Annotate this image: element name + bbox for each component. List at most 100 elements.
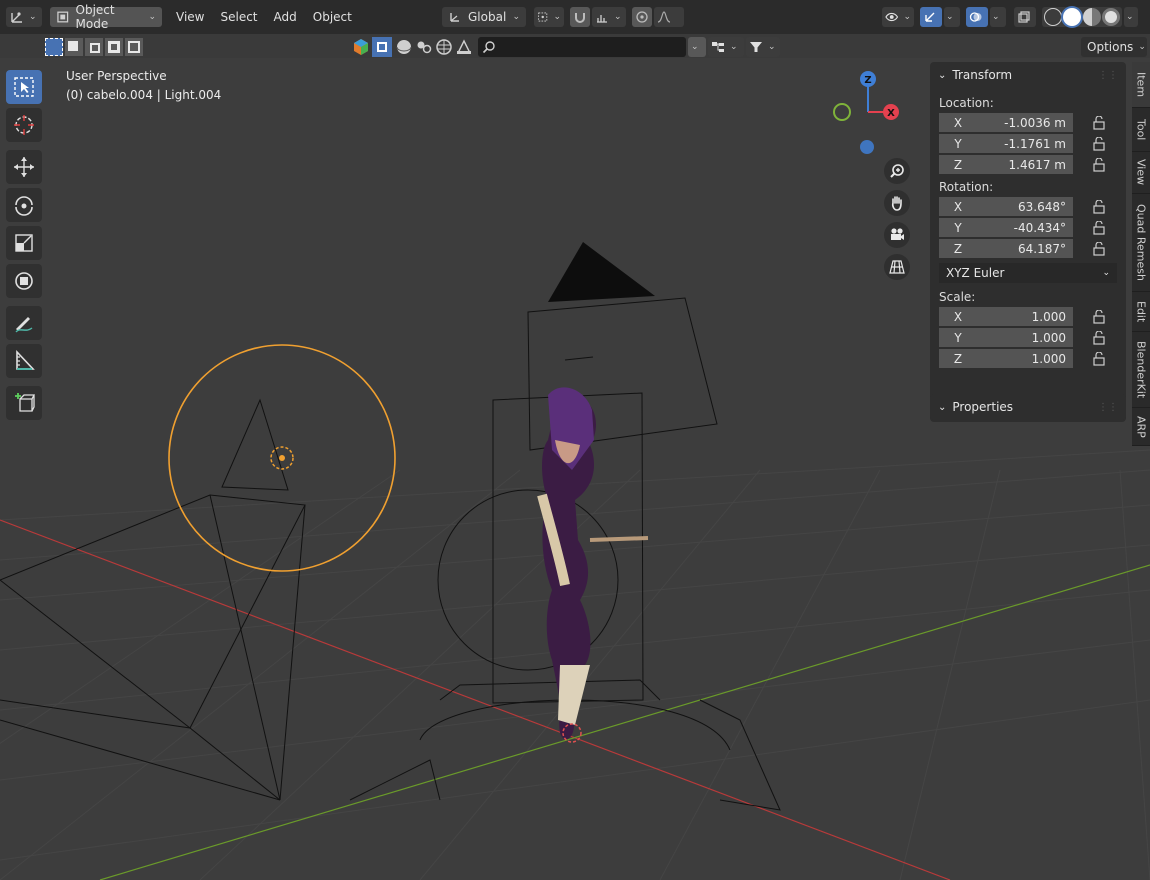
camera-view-button[interactable] <box>884 222 910 248</box>
rotation-z-field[interactable]: Z 64.187° <box>939 239 1073 258</box>
constraint-icon[interactable] <box>414 37 434 57</box>
tab-quad-remesh[interactable]: Quad Remesh <box>1132 194 1150 292</box>
snap-increment-icon <box>597 15 607 23</box>
navigation-gizmo[interactable]: Z X <box>828 66 908 166</box>
tab-view[interactable]: View <box>1132 152 1150 194</box>
unlock-icon[interactable] <box>1091 351 1107 366</box>
rotation-x-row: X 63.648° <box>930 196 1126 217</box>
cursor-tool[interactable] <box>6 108 42 142</box>
overlays-toggle[interactable] <box>966 7 988 27</box>
snap-toggle[interactable] <box>570 7 590 27</box>
eye-icon <box>885 12 899 22</box>
world-icon[interactable] <box>434 37 454 57</box>
rotation-x-field[interactable]: X 63.648° <box>939 197 1073 216</box>
select-box-tool[interactable] <box>6 70 42 104</box>
menu-select[interactable]: Select <box>212 10 265 24</box>
rotation-mode-dropdown[interactable]: XYZ Euler ⌄ <box>939 263 1117 283</box>
tab-edit[interactable]: Edit <box>1132 292 1150 332</box>
scale-label: Scale: <box>939 290 976 304</box>
hexagon-mesh-icon[interactable] <box>352 38 370 56</box>
visibility-dropdown[interactable]: ⌄ <box>882 7 914 27</box>
add-cube-tool[interactable] <box>6 386 42 420</box>
scale-y-field[interactable]: Y 1.000 <box>939 328 1073 347</box>
scale-tool[interactable] <box>6 226 42 260</box>
transform-panel-header[interactable]: ⌄ Transform ⋮⋮ <box>930 62 1126 88</box>
xray-toggle[interactable] <box>1014 7 1036 27</box>
mode-dropdown[interactable]: Object Mode ⌄ <box>50 3 162 31</box>
rotation-y-field[interactable]: Y -40.434° <box>939 218 1073 237</box>
proportional-edit-toggle[interactable] <box>632 7 652 27</box>
move-tool[interactable] <box>6 150 42 184</box>
unlock-icon[interactable] <box>1091 330 1107 345</box>
unlock-icon[interactable] <box>1091 309 1107 324</box>
unlock-icon[interactable] <box>1091 157 1107 172</box>
scale-x-field[interactable]: X 1.000 <box>939 307 1073 326</box>
unlock-icon[interactable] <box>1091 136 1107 151</box>
outliner-filter-row: ⌄ ⌄ ⌄ <box>352 36 780 58</box>
chevron-down-icon: ⌄ <box>691 42 699 52</box>
drag-handle-icon[interactable]: ⋮⋮ <box>1098 70 1118 81</box>
zoom-button[interactable] <box>884 158 910 184</box>
properties-title: Properties <box>952 400 1014 414</box>
solid-shading-icon[interactable] <box>1063 8 1082 26</box>
tab-blenderkit[interactable]: BlenderKit <box>1132 332 1150 408</box>
search-field[interactable] <box>478 37 686 57</box>
tab-arp[interactable]: ARP <box>1132 408 1150 446</box>
unlock-icon[interactable] <box>1091 220 1107 235</box>
scale-y-row: Y 1.000 <box>930 327 1126 348</box>
editor-type-button[interactable]: ⌄ <box>6 7 42 27</box>
select-subtract-icon[interactable] <box>85 38 103 56</box>
pan-button[interactable] <box>884 190 910 216</box>
menu-add[interactable]: Add <box>266 10 305 24</box>
camera-wireframe-left <box>0 494 306 801</box>
y-axis-line <box>99 564 1150 880</box>
unlock-icon[interactable] <box>1091 199 1107 214</box>
drag-handle-icon[interactable]: ⋮⋮ <box>1098 402 1118 413</box>
select-invert-icon[interactable] <box>105 38 123 56</box>
menu-object[interactable]: Object <box>305 10 360 24</box>
snap-target-dropdown[interactable]: ⌄ <box>592 7 626 27</box>
grid-perspective-icon <box>889 260 905 274</box>
transform-tool[interactable] <box>6 264 42 298</box>
shading-dropdown[interactable]: ⌄ <box>1124 7 1138 27</box>
wireframe-shading-icon[interactable] <box>1044 8 1062 26</box>
options-dropdown[interactable]: Options ⌄ <box>1081 37 1147 57</box>
filter-toggle[interactable]: ⌄ <box>688 37 706 57</box>
menu-view[interactable]: View <box>168 10 212 24</box>
measure-tool[interactable] <box>6 344 42 378</box>
orientation-label: Global <box>468 10 507 24</box>
shading-mode-group <box>1042 7 1122 27</box>
perspective-toggle-button[interactable] <box>884 254 910 280</box>
gizmo-dropdown[interactable]: ⌄ <box>944 7 960 27</box>
tab-item[interactable]: Item <box>1132 62 1150 108</box>
sphere-icon[interactable] <box>394 37 414 57</box>
material-shading-icon[interactable] <box>1082 8 1101 26</box>
select-intersect-icon[interactable] <box>125 38 143 56</box>
orientation-dropdown[interactable]: Global ⌄ <box>442 7 526 27</box>
falloff-dropdown[interactable] <box>654 7 684 27</box>
location-y-field[interactable]: Y -1.1761 m <box>939 134 1073 153</box>
scale-z-field[interactable]: Z 1.000 <box>939 349 1073 368</box>
chevron-down-icon: ⌄ <box>614 12 622 22</box>
scale-icon <box>15 234 33 252</box>
search-input[interactable] <box>500 40 686 54</box>
tab-tool[interactable]: Tool <box>1132 108 1150 152</box>
properties-panel-header[interactable]: ⌄ Properties ⋮⋮ <box>930 394 1126 420</box>
transform-icon <box>15 272 33 290</box>
unlock-icon[interactable] <box>1091 241 1107 256</box>
unlock-icon[interactable] <box>1091 115 1107 130</box>
annotate-tool[interactable] <box>6 306 42 340</box>
location-x-field[interactable]: X -1.0036 m <box>939 113 1073 132</box>
gizmo-toggle[interactable] <box>920 7 942 27</box>
select-extend-icon[interactable] <box>65 38 83 56</box>
select-new-icon[interactable] <box>45 38 63 56</box>
pivot-point-dropdown[interactable]: ⌄ <box>534 7 564 27</box>
location-z-field[interactable]: Z 1.4617 m <box>939 155 1073 174</box>
rendered-shading-icon[interactable] <box>1101 8 1120 26</box>
overlays-dropdown[interactable]: ⌄ <box>990 7 1006 27</box>
rotate-tool[interactable] <box>6 188 42 222</box>
object-filter-icon[interactable] <box>372 37 392 57</box>
display-mode-dropdown[interactable]: ⌄ <box>708 37 744 57</box>
filter-dropdown[interactable]: ⌄ <box>746 37 780 57</box>
armature-icon[interactable] <box>454 37 474 57</box>
